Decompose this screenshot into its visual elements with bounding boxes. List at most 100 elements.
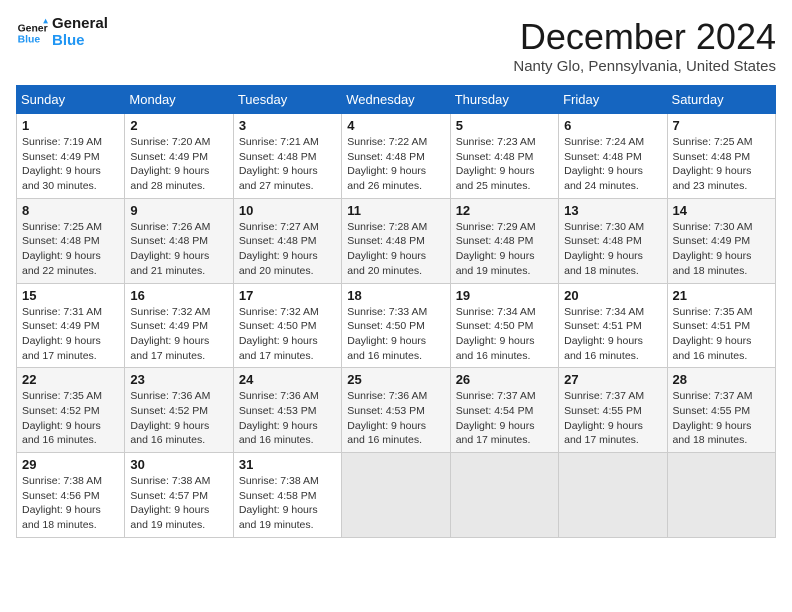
day-number: 15 <box>22 288 119 303</box>
day-number: 3 <box>239 118 336 133</box>
day-info: Sunrise: 7:35 AM Sunset: 4:51 PM Dayligh… <box>673 305 770 364</box>
title-section: December 2024 Nanty Glo, Pennsylvania, U… <box>513 16 776 75</box>
calendar-week-3: 15 Sunrise: 7:31 AM Sunset: 4:49 PM Dayl… <box>17 283 776 368</box>
calendar-cell: 4 Sunrise: 7:22 AM Sunset: 4:48 PM Dayli… <box>342 114 450 199</box>
calendar-week-1: 1 Sunrise: 7:19 AM Sunset: 4:49 PM Dayli… <box>17 114 776 199</box>
day-info: Sunrise: 7:33 AM Sunset: 4:50 PM Dayligh… <box>347 305 444 364</box>
calendar-cell: 28 Sunrise: 7:37 AM Sunset: 4:55 PM Dayl… <box>667 368 775 453</box>
day-info: Sunrise: 7:24 AM Sunset: 4:48 PM Dayligh… <box>564 135 661 194</box>
day-info: Sunrise: 7:36 AM Sunset: 4:53 PM Dayligh… <box>347 389 444 448</box>
calendar-cell: 19 Sunrise: 7:34 AM Sunset: 4:50 PM Dayl… <box>450 283 558 368</box>
day-info: Sunrise: 7:25 AM Sunset: 4:48 PM Dayligh… <box>22 220 119 279</box>
calendar-cell: 1 Sunrise: 7:19 AM Sunset: 4:49 PM Dayli… <box>17 114 125 199</box>
logo-line2: Blue <box>52 33 108 50</box>
day-info: Sunrise: 7:38 AM Sunset: 4:58 PM Dayligh… <box>239 474 336 533</box>
calendar-cell: 13 Sunrise: 7:30 AM Sunset: 4:48 PM Dayl… <box>559 198 667 283</box>
day-info: Sunrise: 7:30 AM Sunset: 4:49 PM Dayligh… <box>673 220 770 279</box>
day-info: Sunrise: 7:37 AM Sunset: 4:55 PM Dayligh… <box>564 389 661 448</box>
weekday-header-monday: Monday <box>125 86 233 114</box>
day-info: Sunrise: 7:27 AM Sunset: 4:48 PM Dayligh… <box>239 220 336 279</box>
day-number: 16 <box>130 288 227 303</box>
day-number: 13 <box>564 203 661 218</box>
day-number: 9 <box>130 203 227 218</box>
calendar-cell: 8 Sunrise: 7:25 AM Sunset: 4:48 PM Dayli… <box>17 198 125 283</box>
calendar-week-5: 29 Sunrise: 7:38 AM Sunset: 4:56 PM Dayl… <box>17 453 776 538</box>
day-info: Sunrise: 7:38 AM Sunset: 4:57 PM Dayligh… <box>130 474 227 533</box>
weekday-header-thursday: Thursday <box>450 86 558 114</box>
day-number: 20 <box>564 288 661 303</box>
day-info: Sunrise: 7:25 AM Sunset: 4:48 PM Dayligh… <box>673 135 770 194</box>
weekday-header-sunday: Sunday <box>17 86 125 114</box>
calendar-cell: 30 Sunrise: 7:38 AM Sunset: 4:57 PM Dayl… <box>125 453 233 538</box>
calendar-table: SundayMondayTuesdayWednesdayThursdayFrid… <box>16 85 776 538</box>
calendar-cell <box>342 453 450 538</box>
location: Nanty Glo, Pennsylvania, United States <box>513 58 776 75</box>
calendar-cell: 21 Sunrise: 7:35 AM Sunset: 4:51 PM Dayl… <box>667 283 775 368</box>
calendar-cell: 25 Sunrise: 7:36 AM Sunset: 4:53 PM Dayl… <box>342 368 450 453</box>
weekday-header-wednesday: Wednesday <box>342 86 450 114</box>
calendar-cell: 3 Sunrise: 7:21 AM Sunset: 4:48 PM Dayli… <box>233 114 341 199</box>
day-info: Sunrise: 7:32 AM Sunset: 4:50 PM Dayligh… <box>239 305 336 364</box>
day-info: Sunrise: 7:19 AM Sunset: 4:49 PM Dayligh… <box>22 135 119 194</box>
calendar-cell: 5 Sunrise: 7:23 AM Sunset: 4:48 PM Dayli… <box>450 114 558 199</box>
day-info: Sunrise: 7:31 AM Sunset: 4:49 PM Dayligh… <box>22 305 119 364</box>
day-info: Sunrise: 7:37 AM Sunset: 4:54 PM Dayligh… <box>456 389 553 448</box>
calendar-cell: 23 Sunrise: 7:36 AM Sunset: 4:52 PM Dayl… <box>125 368 233 453</box>
calendar-cell <box>667 453 775 538</box>
day-info: Sunrise: 7:36 AM Sunset: 4:52 PM Dayligh… <box>130 389 227 448</box>
weekday-header-row: SundayMondayTuesdayWednesdayThursdayFrid… <box>17 86 776 114</box>
calendar-cell: 10 Sunrise: 7:27 AM Sunset: 4:48 PM Dayl… <box>233 198 341 283</box>
day-number: 7 <box>673 118 770 133</box>
day-info: Sunrise: 7:35 AM Sunset: 4:52 PM Dayligh… <box>22 389 119 448</box>
day-info: Sunrise: 7:20 AM Sunset: 4:49 PM Dayligh… <box>130 135 227 194</box>
day-number: 8 <box>22 203 119 218</box>
day-number: 30 <box>130 457 227 472</box>
calendar-cell: 26 Sunrise: 7:37 AM Sunset: 4:54 PM Dayl… <box>450 368 558 453</box>
calendar-cell: 2 Sunrise: 7:20 AM Sunset: 4:49 PM Dayli… <box>125 114 233 199</box>
day-info: Sunrise: 7:30 AM Sunset: 4:48 PM Dayligh… <box>564 220 661 279</box>
day-number: 17 <box>239 288 336 303</box>
day-number: 19 <box>456 288 553 303</box>
day-number: 28 <box>673 372 770 387</box>
day-info: Sunrise: 7:32 AM Sunset: 4:49 PM Dayligh… <box>130 305 227 364</box>
day-info: Sunrise: 7:26 AM Sunset: 4:48 PM Dayligh… <box>130 220 227 279</box>
svg-text:Blue: Blue <box>18 34 41 45</box>
calendar-cell: 22 Sunrise: 7:35 AM Sunset: 4:52 PM Dayl… <box>17 368 125 453</box>
page-header: General Blue General Blue December 2024 … <box>16 16 776 75</box>
day-info: Sunrise: 7:36 AM Sunset: 4:53 PM Dayligh… <box>239 389 336 448</box>
calendar-cell: 14 Sunrise: 7:30 AM Sunset: 4:49 PM Dayl… <box>667 198 775 283</box>
calendar-cell: 17 Sunrise: 7:32 AM Sunset: 4:50 PM Dayl… <box>233 283 341 368</box>
logo-line1: General <box>52 16 108 33</box>
day-number: 10 <box>239 203 336 218</box>
day-number: 21 <box>673 288 770 303</box>
day-number: 2 <box>130 118 227 133</box>
calendar-cell: 12 Sunrise: 7:29 AM Sunset: 4:48 PM Dayl… <box>450 198 558 283</box>
day-info: Sunrise: 7:37 AM Sunset: 4:55 PM Dayligh… <box>673 389 770 448</box>
calendar-week-2: 8 Sunrise: 7:25 AM Sunset: 4:48 PM Dayli… <box>17 198 776 283</box>
calendar-cell: 24 Sunrise: 7:36 AM Sunset: 4:53 PM Dayl… <box>233 368 341 453</box>
day-info: Sunrise: 7:34 AM Sunset: 4:51 PM Dayligh… <box>564 305 661 364</box>
calendar-cell: 11 Sunrise: 7:28 AM Sunset: 4:48 PM Dayl… <box>342 198 450 283</box>
calendar-cell: 31 Sunrise: 7:38 AM Sunset: 4:58 PM Dayl… <box>233 453 341 538</box>
calendar-cell <box>559 453 667 538</box>
day-info: Sunrise: 7:34 AM Sunset: 4:50 PM Dayligh… <box>456 305 553 364</box>
month-title: December 2024 <box>513 16 776 58</box>
calendar-cell <box>450 453 558 538</box>
day-info: Sunrise: 7:21 AM Sunset: 4:48 PM Dayligh… <box>239 135 336 194</box>
calendar-cell: 7 Sunrise: 7:25 AM Sunset: 4:48 PM Dayli… <box>667 114 775 199</box>
day-number: 27 <box>564 372 661 387</box>
calendar-week-4: 22 Sunrise: 7:35 AM Sunset: 4:52 PM Dayl… <box>17 368 776 453</box>
logo: General Blue General Blue <box>16 16 108 49</box>
calendar-cell: 20 Sunrise: 7:34 AM Sunset: 4:51 PM Dayl… <box>559 283 667 368</box>
weekday-header-saturday: Saturday <box>667 86 775 114</box>
svg-text:General: General <box>18 23 48 34</box>
day-number: 6 <box>564 118 661 133</box>
day-info: Sunrise: 7:22 AM Sunset: 4:48 PM Dayligh… <box>347 135 444 194</box>
calendar-cell: 27 Sunrise: 7:37 AM Sunset: 4:55 PM Dayl… <box>559 368 667 453</box>
day-number: 23 <box>130 372 227 387</box>
day-number: 14 <box>673 203 770 218</box>
day-number: 11 <box>347 203 444 218</box>
day-number: 29 <box>22 457 119 472</box>
calendar-cell: 16 Sunrise: 7:32 AM Sunset: 4:49 PM Dayl… <box>125 283 233 368</box>
weekday-header-tuesday: Tuesday <box>233 86 341 114</box>
